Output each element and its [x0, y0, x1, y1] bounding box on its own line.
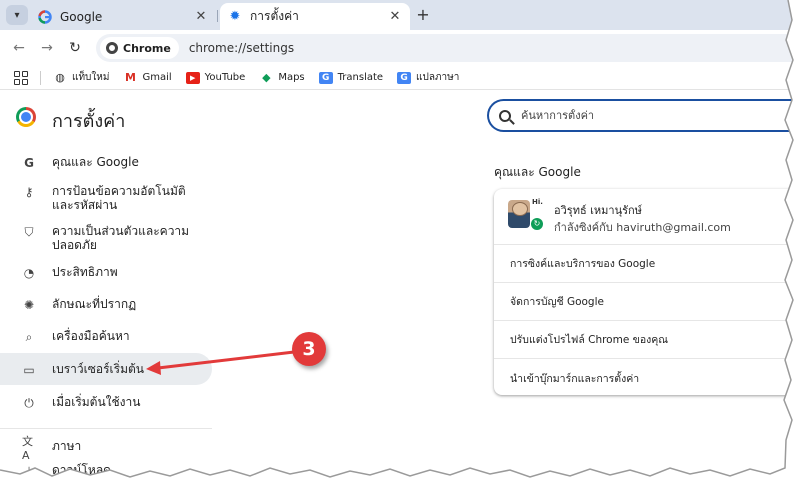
sidebar-item-privacy[interactable]: ⛉ ความเป็นส่วนตัวและความปลอดภัย	[0, 217, 212, 257]
sidebar-item-search-engine[interactable]: ⌕ เครื่องมือค้นหา	[0, 321, 212, 353]
bookmarks-bar: ◍ แท็บใหม่ M Gmail ▶ YouTube ◆ Maps G Tr…	[0, 66, 800, 90]
manage-account-row[interactable]: จัดการบัญชี Google	[494, 283, 800, 321]
url-text[interactable]: chrome://settings	[189, 41, 294, 55]
bookmark-youtube[interactable]: ▶ YouTube	[185, 71, 246, 84]
tab-title: การตั้งค่า	[250, 9, 299, 23]
tab-title: Google	[60, 9, 103, 24]
tab-settings[interactable]: ✹ การตั้งค่า ✕	[220, 3, 410, 30]
chrome-icon	[106, 42, 118, 54]
avatar	[508, 200, 530, 228]
search-icon: ⌕	[25, 329, 33, 344]
search-input[interactable]	[521, 109, 781, 122]
maps-icon: ◆	[262, 71, 271, 84]
bookmark-label: Maps	[278, 72, 305, 83]
sidebar-item-label: การป้อนข้อความอัตโนมัติและรหัสผ่าน	[52, 184, 186, 212]
row-label: นำเข้าบุ๊กมาร์กและการตั้งค่า	[510, 372, 640, 385]
address-bar[interactable]: Chrome chrome://settings	[96, 34, 800, 62]
sidebar-item-on-startup[interactable]: ⏻ เมื่อเริ่มต้นใช้งาน	[0, 385, 212, 429]
bookmark-label: Translate	[337, 72, 384, 83]
browser-window-icon: ▭	[23, 363, 35, 377]
profile-row[interactable]: Hi. ↻ อวิรุทธ์ เหมานุรักษ์ กำลังซิงค์กับ…	[494, 189, 800, 245]
sync-icon: ↻	[531, 218, 543, 230]
youtube-icon: ▶	[185, 71, 200, 84]
globe-icon: ◍	[55, 71, 65, 84]
close-icon[interactable]: ✕	[194, 9, 208, 24]
row-label: จัดการบัญชี Google	[510, 296, 604, 308]
settings-search[interactable]	[487, 99, 800, 132]
settings-sidebar: G คุณและ Google ⚷ การป้อนข้อความอัตโนมัต…	[0, 147, 212, 483]
sidebar-item-label: คุณและ Google	[52, 155, 139, 169]
back-arrow-icon[interactable]: ←	[10, 39, 28, 57]
bookmark-label: Gmail	[142, 72, 172, 83]
sidebar-item-appearance[interactable]: ✺ ลักษณะที่ปรากฏ	[0, 289, 212, 321]
reload-icon[interactable]: ↻	[66, 39, 84, 57]
profile-name: อวิรุทธ์ เหมานุรักษ์	[554, 204, 642, 217]
sidebar-item-label: ลักษณะที่ปรากฏ	[52, 297, 137, 311]
gmail-icon: M	[124, 71, 136, 84]
sidebar-item-languages[interactable]: 文A ภาษา	[0, 429, 212, 462]
sidebar-item-label: ดาวน์โหลด	[52, 463, 111, 477]
row-label: ปรับแต่งโปรไฟล์ Chrome ของคุณ	[510, 334, 669, 346]
key-icon: ⚷	[24, 185, 34, 199]
page-title: การตั้งค่า	[52, 111, 126, 132]
sidebar-item-label: ประสิทธิภาพ	[52, 265, 118, 279]
google-g-icon	[38, 9, 52, 24]
search-icon	[499, 109, 511, 122]
section-title: คุณและ Google	[494, 165, 581, 179]
bookmark-translate-th[interactable]: G แปลภาษา	[397, 70, 459, 85]
new-tab-button[interactable]: +	[414, 6, 432, 24]
language-icon: 文A	[22, 434, 33, 462]
import-bookmarks-row[interactable]: นำเข้าบุ๊กมาร์กและการตั้งค่า	[494, 359, 800, 397]
forward-arrow-icon[interactable]: →	[38, 39, 56, 57]
bookmark-gmail[interactable]: M Gmail	[123, 71, 172, 84]
sidebar-item-label: เมื่อเริ่มต้นใช้งาน	[52, 395, 141, 409]
speedometer-icon: ◔	[23, 266, 35, 280]
google-g-icon: G	[24, 156, 34, 170]
close-icon[interactable]: ✕	[388, 9, 402, 24]
sidebar-item-label: ภาษา	[52, 439, 82, 453]
bookmark-label: แท็บใหม่	[72, 72, 110, 83]
sync-services-row[interactable]: การซิงค์และบริการของ Google	[494, 245, 800, 283]
profile-email: กำลังซิงค์กับ haviruth@gmail.com	[554, 221, 731, 234]
sidebar-item-default-browser[interactable]: ▭ เบราว์เซอร์เริ่มต้น	[0, 353, 212, 385]
gear-icon: ✹	[229, 9, 241, 24]
download-icon: ⤓	[26, 463, 32, 478]
row-label: การซิงค์และบริการของ Google	[510, 258, 656, 270]
tab-divider	[217, 10, 218, 22]
power-icon: ⏻	[24, 395, 34, 410]
sidebar-item-performance[interactable]: ◔ ประสิทธิภาพ	[0, 257, 212, 289]
sidebar-item-you-and-google[interactable]: G คุณและ Google	[0, 147, 212, 177]
bookmark-label: YouTube	[204, 72, 246, 83]
bookmark-label: แปลภาษา	[416, 72, 460, 83]
settings-page: การตั้งค่า G คุณและ Google ⚷ การป้อนข้อค…	[0, 91, 800, 493]
translate-icon: G	[318, 71, 333, 84]
sidebar-item-label: ความเป็นส่วนตัวและความปลอดภัย	[52, 224, 190, 252]
toolbar: ← → ↻ Chrome chrome://settings	[0, 30, 800, 66]
chip-label: Chrome	[123, 41, 171, 55]
tab-strip: ▾ Google ✕ ✹ การตั้งค่า ✕ +	[0, 0, 800, 30]
bookmark-maps[interactable]: ◆ Maps	[259, 71, 305, 84]
tab-google[interactable]: Google ✕	[30, 3, 216, 30]
palette-icon: ✺	[23, 298, 35, 312]
bookmark-translate[interactable]: G Translate	[318, 71, 384, 84]
chevron-down-icon: ▾	[14, 9, 20, 21]
tab-search-button[interactable]: ▾	[6, 5, 28, 25]
bookmarks-divider	[40, 70, 41, 85]
sidebar-item-autofill[interactable]: ⚷ การป้อนข้อความอัตโนมัติและรหัสผ่าน	[0, 177, 212, 217]
annotation-badge: 3	[292, 332, 326, 366]
sidebar-item-downloads[interactable]: ⤓ ดาวน์โหลด	[0, 459, 212, 483]
sidebar-item-label: เบราว์เซอร์เริ่มต้น	[52, 362, 144, 376]
sidebar-item-label: เครื่องมือค้นหา	[52, 329, 130, 343]
shield-icon: ⛉	[24, 224, 34, 239]
apps-grid-icon[interactable]	[14, 70, 28, 85]
customize-profile-row[interactable]: ปรับแต่งโปรไฟล์ Chrome ของคุณ	[494, 321, 800, 359]
site-info-chip[interactable]: Chrome	[100, 37, 179, 59]
translate-icon: G	[397, 71, 412, 84]
bookmark-new-tab[interactable]: ◍ แท็บใหม่	[53, 70, 109, 85]
chrome-logo-icon	[16, 107, 36, 127]
avatar-tag: Hi.	[532, 198, 543, 206]
you-and-google-card: Hi. ↻ อวิรุทธ์ เหมานุรักษ์ กำลังซิงค์กับ…	[494, 189, 800, 395]
